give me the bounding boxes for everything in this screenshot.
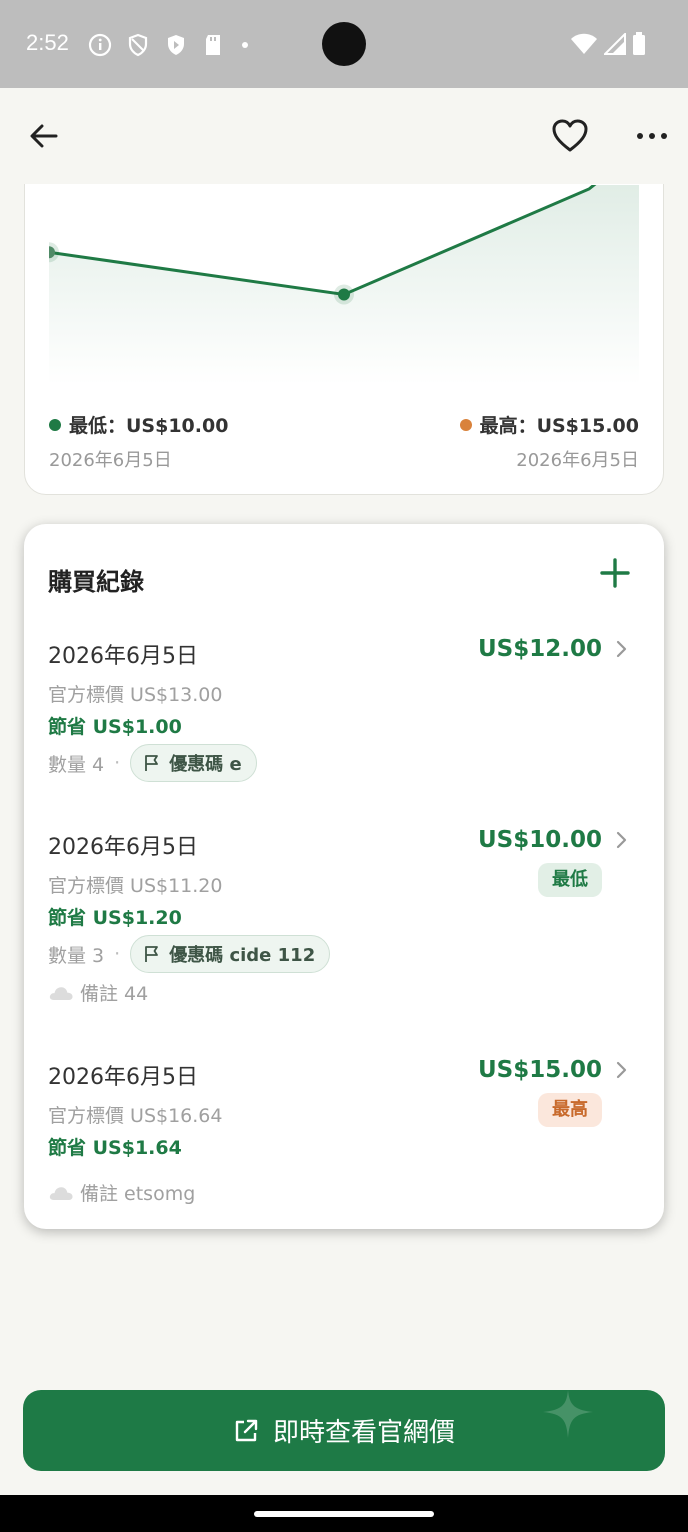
- cloud-icon: [49, 1186, 73, 1200]
- battery-icon: [633, 32, 645, 55]
- purchase-history-title: 購買紀錄: [48, 568, 144, 596]
- cloud-icon: [49, 986, 73, 1000]
- record-quantity: 數量 3: [48, 944, 105, 967]
- coupon-chip: 優惠碼 e: [130, 744, 257, 782]
- sd-card-icon: [206, 35, 220, 55]
- flag-icon: [145, 755, 159, 771]
- note-text: 備註 44: [80, 983, 149, 1005]
- record-meta: 數量 4 · 優惠碼 e: [48, 744, 257, 782]
- open-external-icon: [235, 1419, 258, 1441]
- min-dot: [49, 418, 61, 431]
- shield-outline-icon: [128, 33, 148, 57]
- info-icon: [88, 33, 112, 57]
- legend-max-date: 2026年6月5日: [516, 450, 639, 471]
- note-text: 備註 etsomg: [80, 1183, 196, 1205]
- record-saving: 節省 US$1.20: [48, 907, 182, 929]
- record-note: 備註 etsomg: [48, 1179, 195, 1206]
- home-indicator[interactable]: [254, 1511, 434, 1517]
- status-icons-left: [88, 32, 252, 58]
- price-line-chart: [49, 185, 639, 385]
- more-options-icon[interactable]: [632, 116, 672, 156]
- view-official-price-button[interactable]: 即時查看官網價: [23, 1390, 665, 1471]
- shield-play-icon: [168, 35, 184, 55]
- chart-point: [338, 288, 350, 301]
- record-saving: 節省 US$1.64: [48, 1137, 182, 1159]
- purchase-record[interactable]: 2026年6月5日 US$12.00 官方標價 US$13.00 節省 US$1…: [24, 636, 664, 788]
- record-official-price: 官方標價 US$13.00: [48, 684, 223, 706]
- record-price: US$12.00: [478, 636, 602, 662]
- lowest-badge: 最低: [538, 863, 602, 897]
- max-dot: [459, 418, 472, 431]
- record-price: US$15.00: [478, 1057, 602, 1083]
- price-chart-card: 最低：US$10.00 2026年6月5日 最高：US$15.00 2026年6…: [24, 140, 664, 495]
- legend-max-label: 最高：US$15.00: [479, 415, 639, 437]
- app-bar: [0, 88, 688, 184]
- purchase-record[interactable]: 2026年6月5日 US$15.00 最高 官方標價 US$16.64 節省 U…: [24, 1057, 664, 1209]
- record-price: US$10.00: [478, 827, 602, 853]
- record-meta: 數量 3 · 優惠碼 cide 112: [48, 935, 331, 973]
- chevron-right-icon: [616, 1061, 627, 1079]
- status-time: 2:52: [26, 30, 69, 55]
- legend-min-label: 最低：US$10.00: [69, 415, 229, 437]
- favorite-heart-icon[interactable]: [550, 116, 590, 156]
- coupon-text: 優惠碼 e: [169, 754, 242, 775]
- dot-icon: [242, 42, 248, 48]
- highest-badge: 最高: [538, 1093, 602, 1127]
- chevron-right-icon: [616, 831, 627, 849]
- add-purchase-icon[interactable]: [598, 556, 632, 590]
- record-quantity: 數量 4: [48, 753, 105, 776]
- sparkle-icon: [543, 1390, 593, 1438]
- record-note: 備註 44: [48, 979, 148, 1006]
- wifi-icon: [571, 33, 597, 54]
- record-date: 2026年6月5日: [48, 835, 198, 860]
- status-icons-right: [570, 32, 646, 56]
- purchase-record[interactable]: 2026年6月5日 US$10.00 最低 官方標價 US$11.20 節省 U…: [24, 827, 664, 1019]
- legend-min-date: 2026年6月5日: [49, 450, 172, 471]
- status-bar: 2:52: [0, 0, 688, 88]
- purchase-history-card: 購買紀錄 2026年6月5日 US$12.00 官方標價 US$13.00 節省…: [24, 524, 664, 1229]
- cta-label: 即時查看官網價: [272, 1418, 455, 1448]
- legend-min: 最低：US$10.00: [49, 411, 228, 438]
- record-official-price: 官方標價 US$16.64: [48, 1105, 223, 1127]
- coupon-text: 優惠碼 cide 112: [169, 945, 316, 966]
- system-nav-bar: [0, 1495, 688, 1532]
- back-arrow-icon[interactable]: [26, 118, 62, 154]
- record-saving: 節省 US$1.00: [48, 716, 182, 738]
- flag-icon: [145, 946, 159, 962]
- record-date: 2026年6月5日: [48, 1065, 198, 1090]
- record-date: 2026年6月5日: [48, 644, 198, 669]
- chevron-right-icon: [616, 640, 627, 658]
- legend-max: 最高：US$15.00: [459, 411, 639, 438]
- signal-icon: [604, 33, 626, 55]
- camera-cutout: [322, 22, 366, 66]
- coupon-chip: 優惠碼 cide 112: [130, 935, 331, 973]
- record-official-price: 官方標價 US$11.20: [48, 875, 223, 897]
